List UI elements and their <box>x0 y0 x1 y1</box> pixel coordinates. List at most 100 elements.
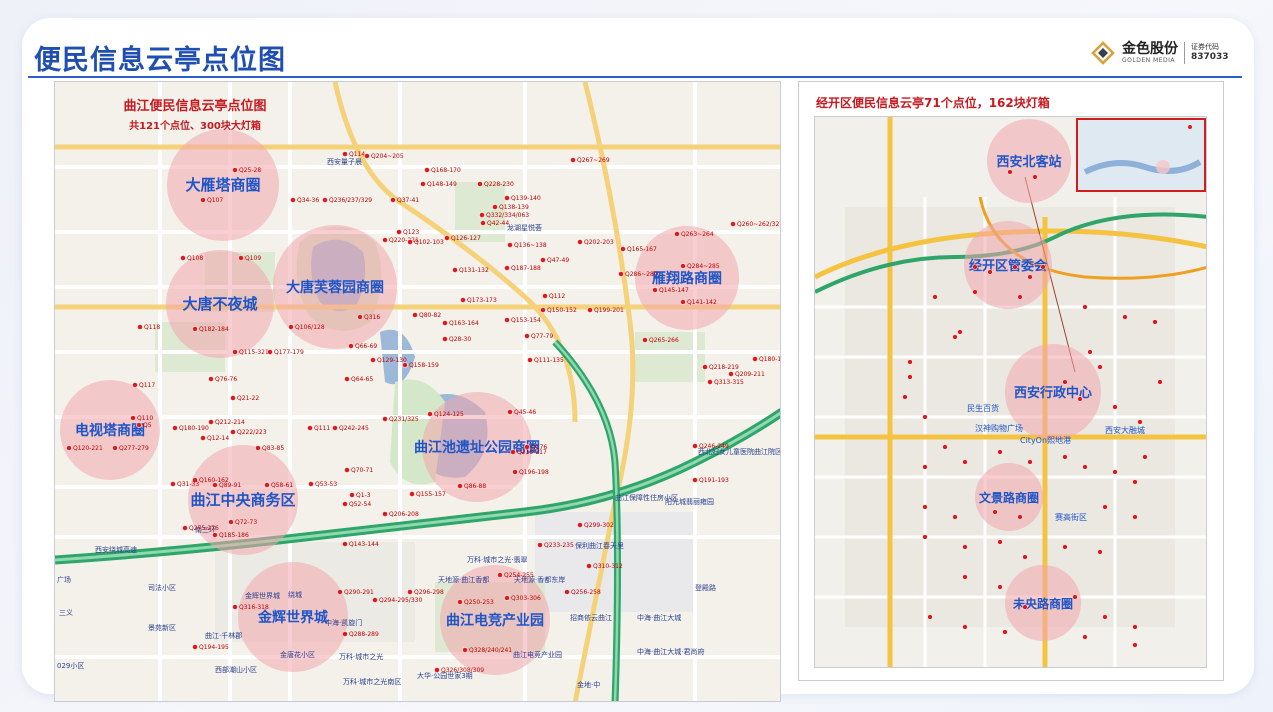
point-marker[interactable] <box>577 522 583 528</box>
point-marker[interactable] <box>1112 404 1118 410</box>
point-marker[interactable] <box>357 314 363 320</box>
point-marker[interactable] <box>1132 514 1138 520</box>
point-marker[interactable] <box>200 197 206 203</box>
point-marker[interactable] <box>692 477 698 483</box>
point-marker[interactable] <box>618 271 624 277</box>
point-marker[interactable] <box>232 349 238 355</box>
point-marker[interactable] <box>170 481 176 487</box>
point-marker[interactable] <box>192 326 198 332</box>
point-marker[interactable] <box>442 320 448 326</box>
point-marker[interactable] <box>1017 514 1023 520</box>
point-marker[interactable] <box>674 231 680 237</box>
point-marker[interactable] <box>1040 264 1046 270</box>
point-marker[interactable] <box>642 337 648 343</box>
point-marker[interactable] <box>707 379 713 385</box>
point-marker[interactable] <box>1007 169 1013 175</box>
point-marker[interactable] <box>332 425 338 431</box>
point-marker[interactable] <box>997 584 1003 590</box>
qujiang-map[interactable]: 大雁塔商圈 大唐不夜城 大唐芙蓉园商圈 电视塔商圈 曲江中央商务区 曲江池遗址公园商圈 雁翔… <box>54 81 781 702</box>
point-marker[interactable] <box>460 297 466 303</box>
point-marker[interactable] <box>1097 549 1103 555</box>
point-marker[interactable] <box>492 204 498 210</box>
point-marker[interactable] <box>1022 604 1028 610</box>
point-marker[interactable] <box>922 464 928 470</box>
point-marker[interactable] <box>586 563 592 569</box>
point-marker[interactable] <box>587 307 593 313</box>
point-marker[interactable] <box>136 422 142 428</box>
point-marker[interactable] <box>1077 396 1083 402</box>
point-marker[interactable] <box>507 409 513 415</box>
point-marker[interactable] <box>972 289 978 295</box>
point-marker[interactable] <box>409 491 415 497</box>
point-marker[interactable] <box>1027 459 1033 465</box>
point-marker[interactable] <box>407 589 413 595</box>
point-marker[interactable] <box>497 572 503 578</box>
point-marker[interactable] <box>987 269 993 275</box>
point-marker[interactable] <box>504 595 510 601</box>
point-marker[interactable] <box>1027 274 1033 280</box>
point-marker[interactable] <box>307 425 313 431</box>
point-marker[interactable] <box>180 255 186 261</box>
point-marker[interactable] <box>972 264 978 270</box>
point-marker[interactable] <box>382 511 388 517</box>
point-marker[interactable] <box>1082 304 1088 310</box>
point-marker[interactable] <box>1142 454 1148 460</box>
point-marker[interactable] <box>342 151 348 157</box>
point-marker[interactable] <box>230 395 236 401</box>
point-marker[interactable] <box>752 356 758 362</box>
point-marker[interactable] <box>382 416 388 422</box>
point-marker[interactable] <box>200 435 206 441</box>
point-marker[interactable] <box>412 312 418 318</box>
point-marker[interactable] <box>1082 634 1088 640</box>
point-marker[interactable] <box>1017 294 1023 300</box>
point-marker[interactable] <box>372 597 378 603</box>
point-marker[interactable] <box>370 357 376 363</box>
point-marker[interactable] <box>1122 314 1128 320</box>
point-marker[interactable] <box>728 371 734 377</box>
point-marker[interactable] <box>420 181 426 187</box>
point-marker[interactable] <box>290 197 296 203</box>
point-marker[interactable] <box>652 287 658 293</box>
point-marker[interactable] <box>542 293 548 299</box>
point-marker[interactable] <box>172 425 178 431</box>
point-marker[interactable] <box>922 504 928 510</box>
inset-map[interactable] <box>1076 118 1206 192</box>
point-marker[interactable] <box>390 197 396 203</box>
point-marker[interactable] <box>902 394 908 400</box>
point-marker[interactable] <box>1002 629 1008 635</box>
point-marker[interactable] <box>344 376 350 382</box>
point-marker[interactable] <box>957 329 963 335</box>
point-marker[interactable] <box>524 333 530 339</box>
point-marker[interactable] <box>349 492 355 498</box>
point-marker[interactable] <box>1132 479 1138 485</box>
point-marker[interactable] <box>457 483 463 489</box>
point-marker[interactable] <box>264 482 270 488</box>
point-marker[interactable] <box>504 265 510 271</box>
point-marker[interactable] <box>512 469 518 475</box>
point-marker[interactable] <box>1102 614 1108 620</box>
point-marker[interactable] <box>620 246 626 252</box>
point-marker[interactable] <box>1032 174 1038 180</box>
point-marker[interactable] <box>230 429 236 435</box>
point-marker[interactable] <box>692 443 698 449</box>
point-marker[interactable] <box>962 544 968 550</box>
point-marker[interactable] <box>1012 264 1018 270</box>
point-marker[interactable] <box>208 419 214 425</box>
point-marker[interactable] <box>907 359 913 365</box>
point-marker[interactable] <box>1137 419 1143 425</box>
point-marker[interactable] <box>730 221 736 227</box>
point-marker[interactable] <box>382 237 388 243</box>
point-marker[interactable] <box>480 220 486 226</box>
point-marker[interactable] <box>1102 504 1108 510</box>
point-marker[interactable] <box>1082 464 1088 470</box>
point-marker[interactable] <box>997 449 1003 455</box>
point-marker[interactable] <box>942 444 948 450</box>
point-marker[interactable] <box>962 459 968 465</box>
point-marker[interactable] <box>342 631 348 637</box>
point-marker[interactable] <box>427 411 433 417</box>
point-marker[interactable] <box>402 362 408 368</box>
point-marker[interactable] <box>452 267 458 273</box>
point-marker[interactable] <box>510 449 516 455</box>
point-marker[interactable] <box>228 519 234 525</box>
point-marker[interactable] <box>907 374 913 380</box>
